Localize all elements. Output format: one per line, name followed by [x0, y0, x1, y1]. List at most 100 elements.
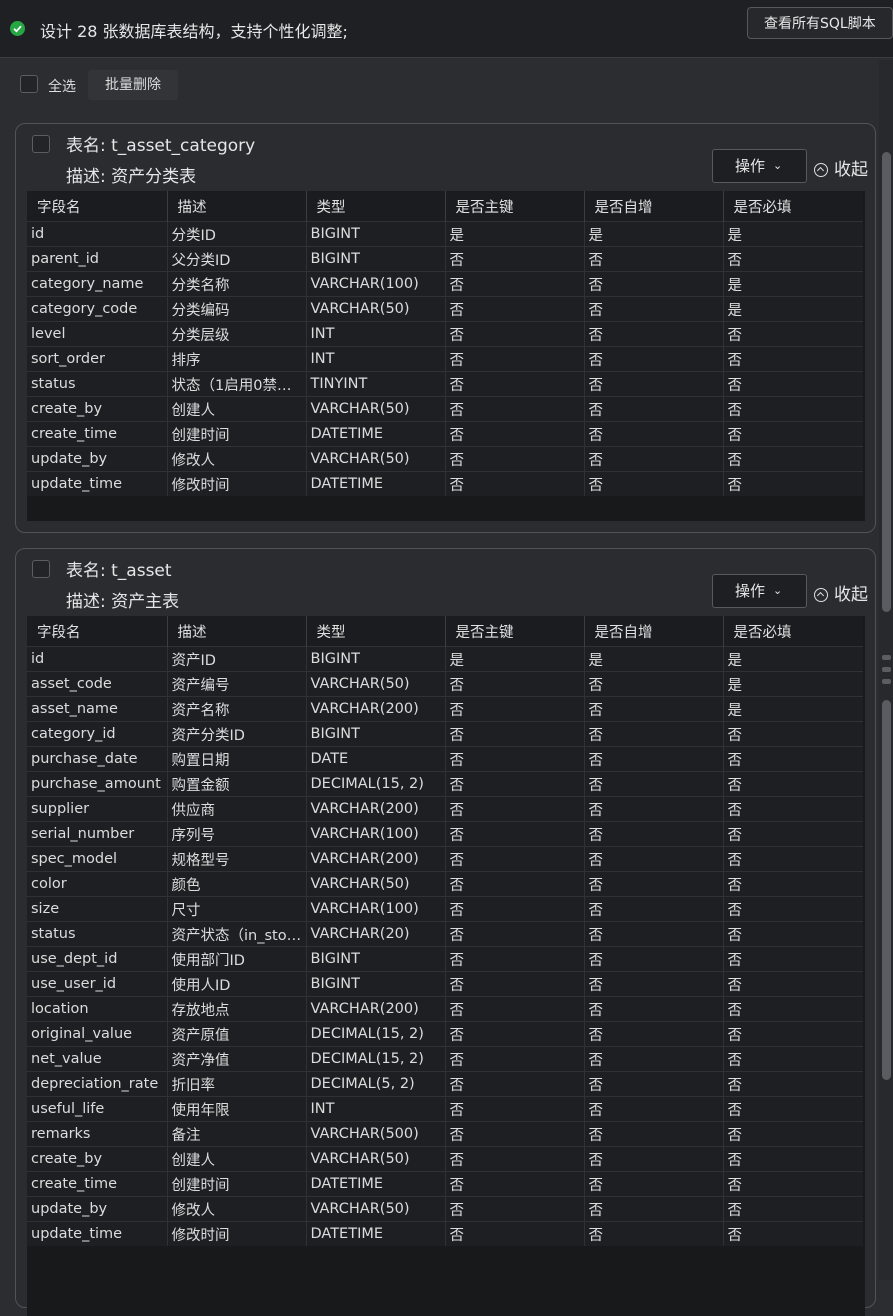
table-cell: 否	[723, 1071, 863, 1097]
table-cell: 否	[723, 346, 863, 372]
table-cell: 否	[723, 771, 863, 797]
table-cell: 否	[723, 996, 863, 1022]
table-body: id 资产ID BIGINT 是是是 asset_code 资产编号 VARCHAR(50)…	[27, 646, 863, 1246]
chevron-up-circle-icon	[814, 588, 828, 602]
table-select-checkbox[interactable]	[32, 560, 50, 578]
table-cell: VARCHAR(50)	[306, 1146, 446, 1172]
table-cell: update_by	[27, 1196, 168, 1222]
table-cell: 否	[445, 771, 585, 797]
view-all-sql-button[interactable]: 查看所有SQL脚本	[747, 7, 893, 39]
select-all-label[interactable]: 全选	[48, 76, 76, 96]
table-cell: 修改时间	[167, 1221, 307, 1246]
table-cell: BIGINT	[306, 971, 446, 997]
table-cell: 否	[723, 421, 863, 447]
table-cell: 是	[723, 296, 863, 322]
table-cell: use_dept_id	[27, 946, 168, 972]
table-cell: 否	[584, 846, 724, 872]
table-cell: 否	[723, 471, 863, 496]
table-cell: 使用人ID	[167, 971, 307, 997]
table-cell: 否	[723, 1221, 863, 1246]
table-cell: 否	[445, 871, 585, 897]
scrollbar-marker	[882, 655, 891, 660]
table-cell: 资产原值	[167, 1021, 307, 1047]
table-row: use_dept_id 使用部门ID BIGINT 否否否	[27, 946, 863, 972]
table-cell: 否	[445, 696, 585, 722]
table-cell: 备注	[167, 1121, 307, 1147]
table-cell: DECIMAL(15, 2)	[306, 771, 446, 797]
table-cell: id	[27, 221, 168, 247]
table-cell: 状态（1启用0禁用…	[167, 371, 307, 397]
table-cell: VARCHAR(500)	[306, 1121, 446, 1147]
table-row: update_time 修改时间 DATETIME 否否否	[27, 471, 863, 496]
chevron-down-icon: ⌄	[773, 159, 783, 172]
table-cell: 购置日期	[167, 746, 307, 772]
table-cell: 否	[584, 996, 724, 1022]
table-row: net_value 资产净值 DECIMAL(15, 2) 否否否	[27, 1046, 863, 1072]
table-cell: parent_id	[27, 246, 168, 272]
table-cell: 否	[445, 396, 585, 422]
column-header: 是否自增	[584, 616, 724, 647]
table-cell: 否	[445, 721, 585, 747]
fields-table: 字段名 描述 类型 是否主键 是否自增 是否必填 id 分类ID BIGINT 是是是…	[27, 191, 865, 521]
table-cell: update_time	[27, 471, 168, 496]
table-cell: 父分类ID	[167, 246, 307, 272]
table-cell: 否	[723, 1171, 863, 1197]
operate-dropdown-button[interactable]: 操作 ⌄	[712, 574, 807, 608]
table-cell: 否	[445, 446, 585, 472]
table-cell: TINYINT	[306, 371, 446, 397]
table-cell: net_value	[27, 1046, 168, 1072]
table-select-checkbox[interactable]	[32, 135, 50, 153]
table-cell: 否	[584, 871, 724, 897]
table-cell: 否	[723, 1046, 863, 1072]
collapse-button[interactable]: 收起	[814, 155, 868, 180]
table-cell: 否	[445, 1221, 585, 1246]
table-cell: 是	[584, 646, 724, 672]
table-cell: 分类名称	[167, 271, 307, 297]
table-cell: VARCHAR(200)	[306, 796, 446, 822]
table-row: create_time 创建时间 DATETIME 否否否	[27, 1171, 863, 1197]
table-cell: 购置金额	[167, 771, 307, 797]
table-cell: 分类ID	[167, 221, 307, 247]
scrollbar-marker	[882, 667, 891, 672]
table-cell: purchase_amount	[27, 771, 168, 797]
table-cell: create_by	[27, 1146, 168, 1172]
table-row: category_id 资产分类ID BIGINT 否否否	[27, 721, 863, 747]
table-name: 表名: t_asset_category	[66, 136, 256, 156]
operate-dropdown-button[interactable]: 操作 ⌄	[712, 149, 807, 183]
table-cell: 是	[723, 646, 863, 672]
table-row: useful_life 使用年限 INT 否否否	[27, 1096, 863, 1122]
table-cell: 折旧率	[167, 1071, 307, 1097]
table-cell: supplier	[27, 796, 168, 822]
table-cell: asset_code	[27, 671, 168, 697]
table-row: update_time 修改时间 DATETIME 否否否	[27, 1221, 863, 1246]
table-cell: INT	[306, 1096, 446, 1122]
table-cell: 否	[584, 1021, 724, 1047]
collapse-button[interactable]: 收起	[814, 580, 868, 605]
table-row: original_value 资产原值 DECIMAL(15, 2) 否否否	[27, 1021, 863, 1047]
scrollbar-thumb[interactable]	[882, 700, 891, 1080]
table-cell: 否	[723, 246, 863, 272]
table-row: create_by 创建人 VARCHAR(50) 否否否	[27, 1146, 863, 1172]
scrollbar-thumb[interactable]	[882, 152, 891, 612]
table-cell: 否	[723, 396, 863, 422]
table-cell: 是	[723, 696, 863, 722]
table-cell: category_code	[27, 296, 168, 322]
table-name: 表名: t_asset	[66, 561, 172, 581]
operate-label: 操作	[735, 157, 766, 175]
table-row: id 资产ID BIGINT 是是是	[27, 646, 863, 672]
table-cell: 修改人	[167, 446, 307, 472]
table-cell: DATETIME	[306, 471, 446, 496]
table-cell: 创建时间	[167, 421, 307, 447]
column-header: 是否必填	[723, 191, 863, 222]
table-cell: 排序	[167, 346, 307, 372]
table-cell: remarks	[27, 1121, 168, 1147]
table-cell: 否	[723, 896, 863, 922]
table-row: asset_name 资产名称 VARCHAR(200) 否否是	[27, 696, 863, 722]
batch-delete-button[interactable]: 批量删除	[88, 70, 178, 100]
column-header: 字段名	[27, 191, 168, 222]
task-title: 设计 28 张数据库表结构，支持个性化调整;	[40, 22, 348, 41]
table-row: color 颜色 VARCHAR(50) 否否否	[27, 871, 863, 897]
table-cell: status	[27, 371, 168, 397]
select-all-checkbox[interactable]	[20, 75, 38, 93]
table-cell: BIGINT	[306, 646, 446, 672]
